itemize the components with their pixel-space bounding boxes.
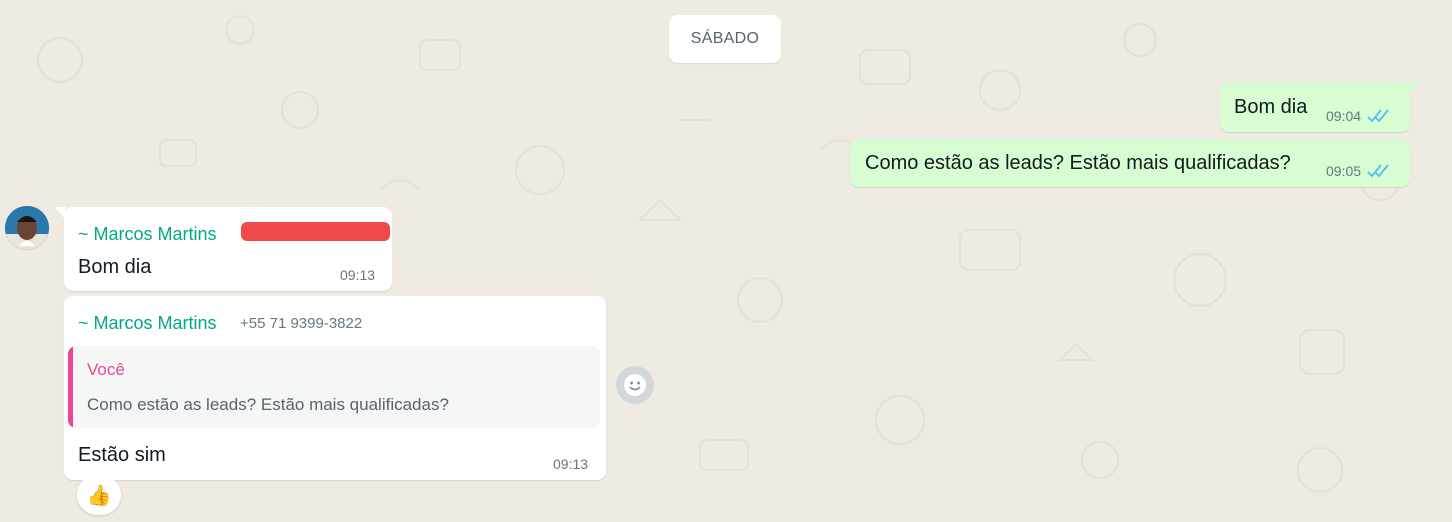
thumbs-up-icon: 👍	[86, 484, 112, 507]
quoted-message[interactable]: Você Como estão as leads? Estão mais qua…	[68, 346, 600, 428]
contact-avatar[interactable]	[5, 206, 49, 250]
reaction-badge[interactable]: 👍	[77, 475, 121, 515]
date-separator: SÁBADO	[669, 15, 781, 63]
message-meta: 09:05	[1326, 163, 1391, 179]
message-text: Bom dia	[78, 256, 152, 278]
quote-text: Como estão as leads? Estão mais qualific…	[87, 395, 449, 414]
react-button[interactable]	[616, 366, 654, 404]
smiley-icon	[624, 374, 646, 396]
sender-name: ~ Marcos Martins	[78, 313, 217, 333]
redacted-phone	[241, 222, 390, 241]
message-text: Estão sim	[78, 444, 166, 466]
avatar-photo-icon	[5, 206, 49, 250]
outgoing-message[interactable]: Bom dia 09:04	[1220, 82, 1419, 132]
double-check-icon	[1367, 109, 1389, 123]
message-text: Como estão as leads? Estão mais qualific…	[865, 152, 1291, 174]
message-text: Bom dia	[1234, 96, 1308, 118]
sender-name: ~ Marcos Martins	[78, 224, 217, 244]
incoming-message[interactable]: ~ Marcos Martins Bom dia 09:13	[55, 207, 392, 291]
message-time: 09:13	[553, 456, 589, 472]
bubble-tail	[1409, 82, 1419, 94]
message-time: 09:13	[340, 267, 376, 283]
message-time: 09:04	[1326, 108, 1362, 124]
quote-author: Você	[87, 360, 125, 379]
double-check-icon	[1367, 164, 1389, 178]
bubble-tail	[55, 207, 65, 219]
message-time: 09:05	[1326, 163, 1362, 179]
message-meta: 09:04	[1326, 108, 1391, 124]
sender-phone: +55 71 9399-3822	[240, 315, 363, 332]
outgoing-message[interactable]: Como estão as leads? Estão mais qualific…	[850, 139, 1410, 187]
quote-accent-bar	[68, 346, 73, 428]
